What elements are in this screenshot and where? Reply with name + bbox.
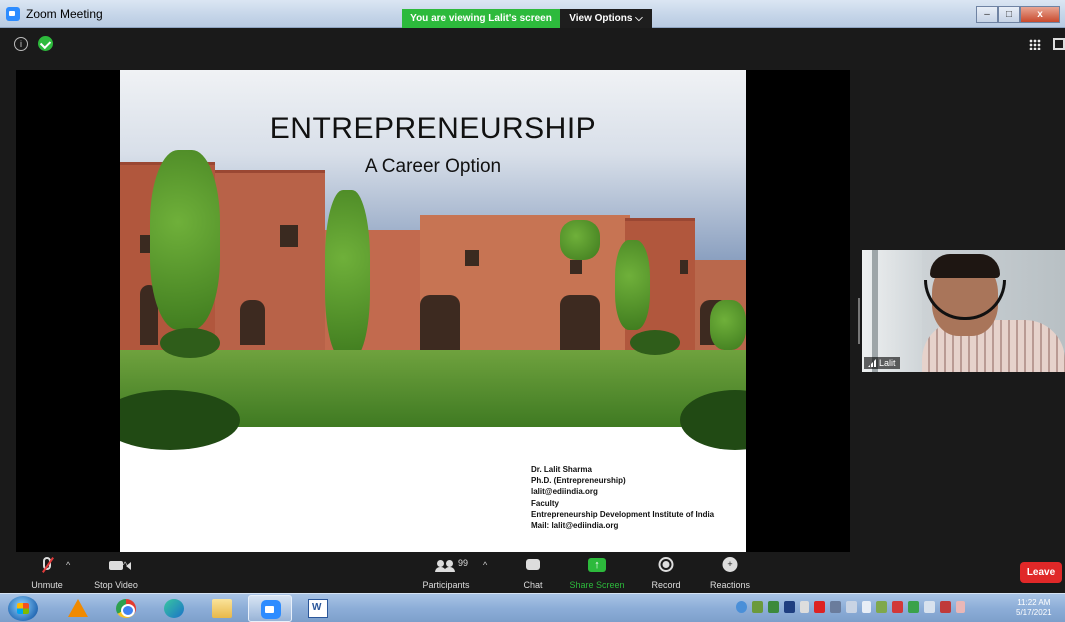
share-arrow-icon: ↑ bbox=[588, 558, 606, 572]
slide-title: ENTREPRENEURSHIP bbox=[269, 112, 597, 145]
encryption-shield-icon[interactable] bbox=[38, 36, 53, 51]
chat-bubble-icon bbox=[526, 559, 540, 570]
chat-label: Chat bbox=[523, 580, 543, 590]
participants-options-caret[interactable]: ^ bbox=[483, 560, 487, 570]
start-button-icon[interactable] bbox=[8, 596, 38, 621]
tray-app-icon[interactable] bbox=[876, 601, 887, 613]
view-options-button[interactable]: View Options ⌵ bbox=[560, 9, 652, 28]
clock-date: 5/17/2021 bbox=[1016, 608, 1052, 617]
reactions-button[interactable]: + Reactions bbox=[704, 552, 756, 593]
slide-subtitle: A Career Option bbox=[364, 156, 502, 177]
window-title-bar: Zoom Meeting You are viewing Lalit's scr… bbox=[0, 0, 1065, 28]
fullscreen-icon[interactable] bbox=[1053, 38, 1065, 50]
edge-icon bbox=[164, 599, 184, 618]
close-button[interactable]: x bbox=[1020, 6, 1060, 23]
viewing-screen-banner: You are viewing Lalit's screen bbox=[402, 9, 560, 28]
slide-credits: Dr. Lalit Sharma Ph.D. (Entrepreneurship… bbox=[531, 464, 714, 531]
screen: Zoom Meeting You are viewing Lalit's scr… bbox=[0, 0, 1065, 622]
file-explorer-icon bbox=[212, 599, 232, 618]
record-icon bbox=[658, 557, 674, 572]
stop-video-label: Stop Video bbox=[94, 580, 138, 590]
unmute-label: Unmute bbox=[31, 580, 63, 590]
tray-app-icon[interactable] bbox=[956, 601, 965, 613]
audio-options-caret[interactable]: ^ bbox=[66, 560, 70, 570]
presentation-slide: ENTREPRENEURSHIP A Career Option Dr. Lal… bbox=[120, 70, 746, 552]
chrome-icon bbox=[116, 599, 136, 618]
taskbar-clock[interactable]: 11:22 AM 5/17/2021 bbox=[1016, 598, 1052, 618]
zoom-icon bbox=[261, 600, 281, 619]
video-camera-icon bbox=[109, 561, 123, 570]
taskbar-app-edge[interactable] bbox=[152, 595, 196, 622]
participant-name: Lalit bbox=[879, 358, 896, 368]
meeting-area: i ENTREPRENEURSHIP A Career Option Dr. L… bbox=[0, 28, 1065, 552]
leave-button[interactable]: Leave bbox=[1020, 562, 1062, 583]
tray-app-icon[interactable] bbox=[830, 601, 841, 613]
tray-app-icon[interactable] bbox=[846, 601, 857, 613]
chat-button[interactable]: Chat bbox=[515, 552, 551, 593]
muted-microphone-icon bbox=[43, 557, 51, 570]
participant-video-tile[interactable]: Lalit bbox=[862, 250, 1065, 372]
record-label: Record bbox=[651, 580, 681, 590]
share-screen-button[interactable]: ↑ Share Screen bbox=[566, 552, 628, 593]
share-screen-label: Share Screen bbox=[569, 580, 625, 590]
gallery-view-icon[interactable] bbox=[1029, 39, 1041, 50]
maximize-button[interactable]: □ bbox=[998, 6, 1020, 23]
credit-line: Faculty bbox=[531, 498, 560, 508]
record-button[interactable]: Record bbox=[646, 552, 686, 593]
participant-name-label: Lalit bbox=[864, 357, 900, 369]
unmute-button[interactable]: Unmute bbox=[22, 552, 72, 593]
minimize-button[interactable]: – bbox=[976, 6, 998, 23]
tray-zoom-icon[interactable] bbox=[736, 601, 747, 613]
taskbar-app-word[interactable] bbox=[296, 595, 340, 622]
tray-app-icon[interactable] bbox=[752, 601, 763, 613]
tray-app-icon[interactable] bbox=[940, 601, 951, 613]
vlc-icon bbox=[68, 599, 88, 617]
window-controls: – □ x bbox=[976, 6, 1060, 23]
credit-line: lalit@ediindia.org bbox=[531, 487, 598, 497]
zoom-app-icon bbox=[6, 7, 20, 21]
participants-icon bbox=[435, 560, 455, 572]
credit-line: Ph.D. (Entrepreneurship) bbox=[531, 476, 626, 486]
signal-strength-icon bbox=[868, 359, 876, 367]
word-icon bbox=[308, 599, 328, 618]
taskbar-app-chrome[interactable] bbox=[104, 595, 148, 622]
credit-line: Mail: lalit@ediindia.org bbox=[531, 521, 619, 531]
windows-taskbar: 11:22 AM 5/17/2021 bbox=[0, 593, 1065, 622]
participants-count: 99 bbox=[458, 558, 469, 568]
network-icon[interactable] bbox=[800, 601, 809, 613]
volume-icon[interactable] bbox=[862, 601, 871, 613]
taskbar-app-explorer[interactable] bbox=[200, 595, 244, 622]
stop-video-button[interactable]: Stop Video bbox=[87, 552, 145, 593]
tray-app-icon[interactable] bbox=[908, 601, 919, 613]
credit-line: Entrepreneurship Development Institute o… bbox=[531, 509, 715, 519]
smiley-icon: + bbox=[722, 557, 738, 572]
tray-app-icon[interactable] bbox=[814, 601, 825, 613]
taskbar-app-zoom[interactable] bbox=[248, 595, 292, 622]
participants-label: Participants bbox=[422, 580, 470, 590]
reactions-label: Reactions bbox=[709, 580, 751, 590]
clock-time: 11:22 AM bbox=[1017, 598, 1051, 607]
tray-app-icon[interactable] bbox=[768, 601, 779, 613]
meeting-controls-toolbar: Unmute ^ Stop Video ^ Participants 99 ^ … bbox=[0, 552, 1065, 593]
bluetooth-icon[interactable] bbox=[784, 601, 795, 613]
credit-line: Dr. Lalit Sharma bbox=[531, 465, 592, 474]
tray-app-icon[interactable] bbox=[924, 601, 935, 613]
tray-app-icon[interactable] bbox=[892, 601, 903, 613]
meeting-info-icon[interactable]: i bbox=[14, 37, 28, 51]
system-tray bbox=[736, 601, 965, 613]
video-options-caret[interactable]: ^ bbox=[123, 560, 127, 570]
taskbar-app-vlc[interactable] bbox=[56, 595, 100, 622]
panel-resize-handle[interactable] bbox=[858, 298, 860, 344]
window-title: Zoom Meeting bbox=[26, 7, 103, 21]
